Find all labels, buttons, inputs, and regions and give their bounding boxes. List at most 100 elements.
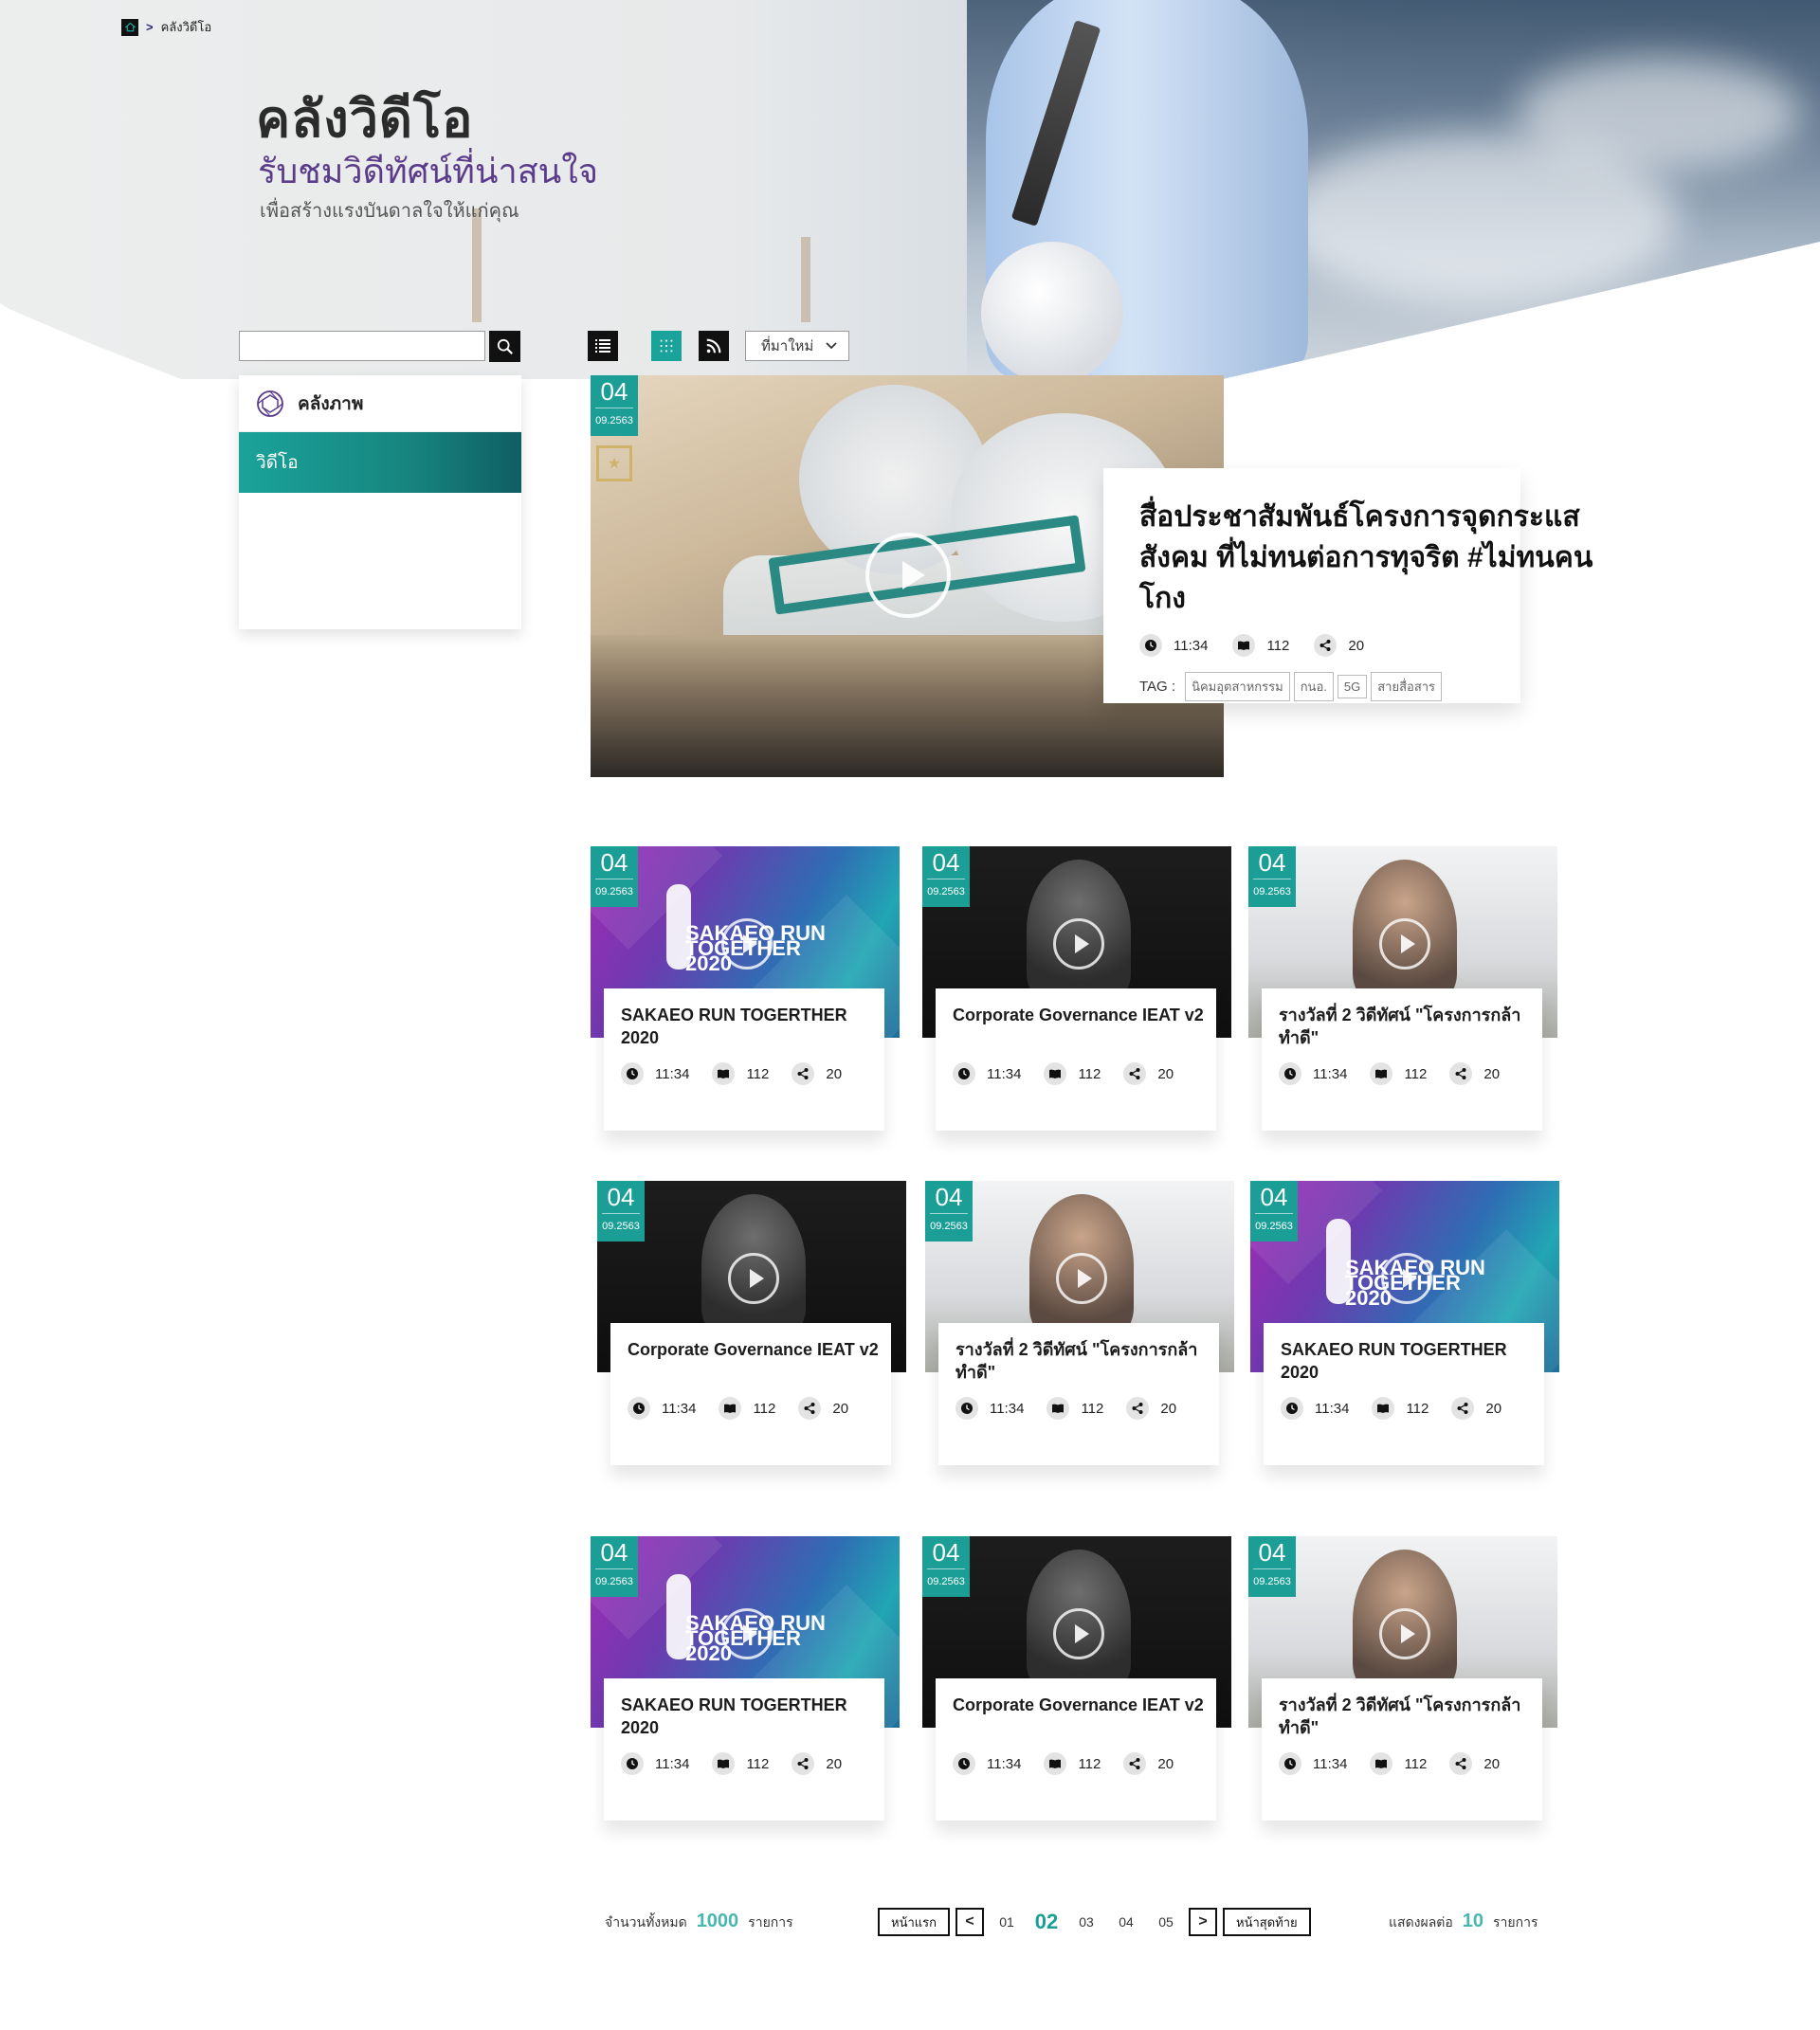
shares[interactable]: 20 <box>1449 1062 1500 1085</box>
next-page-button[interactable]: > <box>1189 1908 1217 1936</box>
views: 112 <box>1044 1062 1101 1085</box>
duration-value: 11:34 <box>655 1065 690 1082</box>
date-month: 09.2563 <box>595 1576 633 1587</box>
featured-info-card: สื่อประชาสัมพันธ์โครงการจุดกระแสสังคม ที… <box>1103 468 1592 703</box>
tag-chip[interactable]: กนอ. <box>1293 672 1334 701</box>
video-card[interactable]: SAKAEO RUN TOGETHER 2020 04 09.2563 SAKAEO RU… <box>1250 1181 1559 1465</box>
play-icon[interactable] <box>721 918 773 970</box>
views-value: 112 <box>1078 1755 1101 1772</box>
video-title[interactable]: SAKAEO RUN TOGERTHER 2020 <box>621 1694 877 1745</box>
date-month: 09.2563 <box>930 1221 968 1232</box>
views-value: 112 <box>1406 1400 1429 1417</box>
shares[interactable]: 20 <box>1126 1397 1176 1420</box>
shares-value: 20 <box>826 1755 843 1772</box>
play-icon[interactable] <box>1056 1253 1107 1304</box>
video-card[interactable]: 04 09.2563 รางวัลที่ 2 วิดีทัศน์ "โครงการก… <box>1248 1536 1557 1821</box>
video-card[interactable]: SAKAEO RUN TOGETHER 2020 04 09.2563 SAKAEO RU… <box>591 846 900 1131</box>
total-label: จำนวนทั้งหมด <box>605 1914 687 1930</box>
video-title[interactable]: Corporate Governance IEAT v2 <box>953 1004 1209 1055</box>
first-page-button[interactable]: หน้าแรก <box>878 1908 950 1936</box>
video-title[interactable]: SAKAEO RUN TOGERTHER 2020 <box>1281 1338 1537 1389</box>
video-meta: 11:34 112 20 <box>1279 1752 1542 1775</box>
sidebar-item-videos[interactable]: วิดีโอ <box>239 432 521 493</box>
list-view-button[interactable] <box>588 331 618 361</box>
date-day: 04 <box>1253 1536 1291 1569</box>
video-title[interactable]: Corporate Governance IEAT v2 <box>628 1338 883 1389</box>
duration: 11:34 <box>628 1397 696 1420</box>
tag-chip[interactable]: สายสื่อสาร <box>1371 672 1443 701</box>
play-icon[interactable] <box>1053 918 1104 970</box>
rss-button[interactable] <box>699 331 729 361</box>
video-title[interactable]: SAKAEO RUN TOGERTHER 2020 <box>621 1004 877 1055</box>
shares[interactable]: 20 <box>1449 1752 1500 1775</box>
date-day: 04 <box>595 1536 633 1569</box>
date-month: 09.2563 <box>1253 886 1291 897</box>
page-number[interactable]: 03 <box>1069 1914 1103 1930</box>
date-day: 04 <box>927 846 965 879</box>
duration-value: 11:34 <box>987 1755 1022 1772</box>
video-meta: 11:34 112 20 <box>956 1397 1219 1420</box>
views: 112 <box>1044 1752 1101 1775</box>
clock-icon <box>953 1062 975 1085</box>
prev-page-button[interactable]: < <box>956 1908 984 1936</box>
play-icon[interactable] <box>1379 1608 1430 1659</box>
total-value: 1000 <box>696 1911 739 1931</box>
video-card[interactable]: 04 09.2563 รางวัลที่ 2 วิดีทัศน์ "โครงการก… <box>925 1181 1234 1465</box>
views: 112 <box>1232 634 1289 657</box>
video-title[interactable]: Corporate Governance IEAT v2 <box>953 1694 1209 1745</box>
page: > คลังวิดีโอ คลังวิดีโอ รับชมวิดีทัศน์ที… <box>0 0 1820 2030</box>
shares[interactable]: 20 <box>798 1397 848 1420</box>
search-input[interactable] <box>239 331 485 361</box>
tag-chip[interactable]: 5G <box>1337 675 1368 698</box>
duration-value: 11:34 <box>990 1400 1025 1417</box>
play-icon[interactable] <box>1379 918 1430 970</box>
views-value: 112 <box>746 1755 770 1772</box>
views-value: 112 <box>746 1065 770 1082</box>
shares-value: 20 <box>1348 637 1365 654</box>
views-value: 112 <box>1266 637 1290 654</box>
shares[interactable]: 20 <box>792 1752 842 1775</box>
video-card[interactable]: 04 09.2563 รางวัลที่ 2 วิดีทัศน์ "โครงการก… <box>1248 846 1557 1131</box>
video-card[interactable]: 04 09.2563 Corporate Governance IEAT v2 11:… <box>597 1181 906 1465</box>
book-icon <box>1044 1062 1067 1085</box>
sort-select[interactable]: ที่มาใหม่ <box>745 331 849 361</box>
play-icon[interactable] <box>721 1608 773 1659</box>
shares[interactable]: 20 <box>1451 1397 1502 1420</box>
page-number[interactable]: 04 <box>1109 1914 1143 1930</box>
video-card[interactable]: 04 09.2563 Corporate Governance IEAT v2 11:… <box>922 1536 1231 1821</box>
views: 112 <box>1046 1397 1103 1420</box>
sidebar-item-photos[interactable]: คลังภาพ <box>239 375 521 432</box>
sidebar-item-label: วิดีโอ <box>256 453 299 473</box>
shares[interactable]: 20 <box>792 1062 842 1085</box>
last-page-button[interactable]: หน้าสุดท้าย <box>1223 1908 1311 1936</box>
date-badge: 04 09.2563 <box>922 846 970 907</box>
search-icon <box>497 338 513 354</box>
play-icon[interactable] <box>728 1253 779 1304</box>
video-card-info: รางวัลที่ 2 วิดีทัศน์ "โครงการกล้าทำดี" 1… <box>938 1323 1219 1465</box>
video-card-info: Corporate Governance IEAT v2 11:34 112 20 <box>936 988 1216 1131</box>
shares[interactable]: 20 <box>1314 634 1364 657</box>
video-card[interactable]: SAKAEO RUN TOGETHER 2020 04 09.2563 SAKAEO RU… <box>591 1536 900 1821</box>
views-value: 112 <box>1081 1400 1104 1417</box>
play-icon[interactable] <box>865 533 951 618</box>
video-title[interactable]: รางวัลที่ 2 วิดีทัศน์ "โครงการกล้าทำดี" <box>956 1338 1211 1389</box>
perpage-value[interactable]: 10 <box>1463 1911 1483 1932</box>
page-number[interactable]: 01 <box>990 1914 1024 1930</box>
grid-view-button[interactable] <box>651 331 682 361</box>
shares[interactable]: 20 <box>1123 1752 1174 1775</box>
date-day: 04 <box>595 375 633 408</box>
page-number[interactable]: 05 <box>1149 1914 1183 1930</box>
play-icon[interactable] <box>1053 1608 1104 1659</box>
video-card[interactable]: 04 09.2563 Corporate Governance IEAT v2 11:… <box>922 846 1231 1131</box>
shares[interactable]: 20 <box>1123 1062 1174 1085</box>
home-icon[interactable] <box>121 18 138 36</box>
tag-chip[interactable]: นิคมอุตสาหกรรม <box>1185 672 1290 701</box>
video-title[interactable]: รางวัลที่ 2 วิดีทัศน์ "โครงการกล้าทำดี" <box>1279 1694 1535 1745</box>
search-button[interactable] <box>489 331 520 362</box>
play-icon[interactable] <box>1381 1253 1432 1304</box>
video-card-info: SAKAEO RUN TOGERTHER 2020 11:34 112 20 <box>604 988 884 1131</box>
page-number-active[interactable]: 02 <box>1029 1910 1064 1934</box>
featured-title[interactable]: สื่อประชาสัมพันธ์โครงการจุดกระแสสังคม ที… <box>1139 497 1594 619</box>
video-title[interactable]: รางวัลที่ 2 วิดีทัศน์ "โครงการกล้าทำดี" <box>1279 1004 1535 1055</box>
chevron-right-icon: > <box>1198 1913 1208 1930</box>
